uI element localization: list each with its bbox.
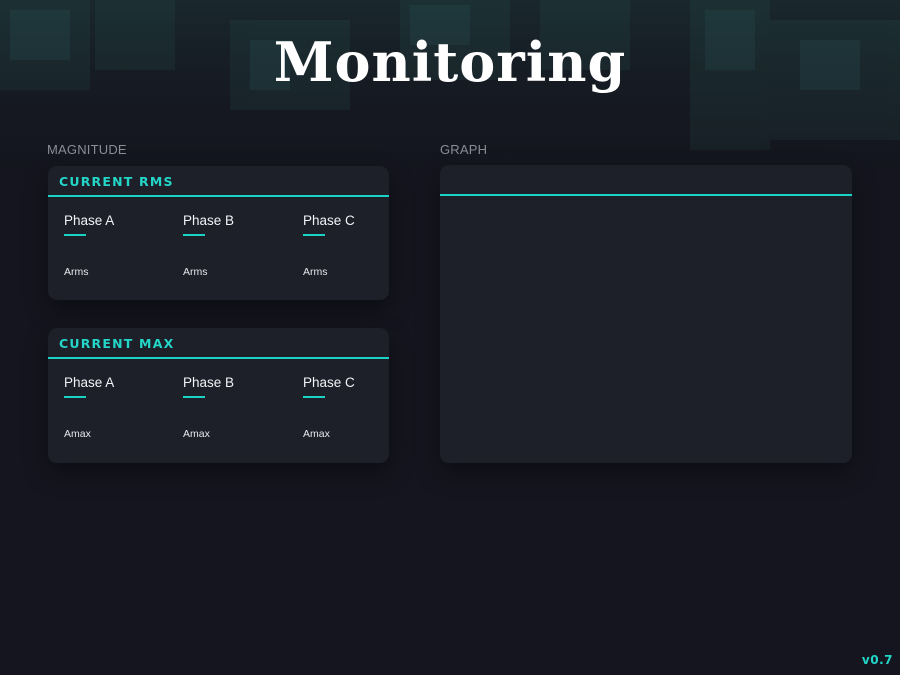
current-rms-title: CURRENT RMS	[48, 166, 389, 197]
graph-card-header	[440, 165, 852, 196]
phase-name: Phase B	[183, 213, 235, 228]
phase-unit: Amax	[183, 428, 210, 440]
rms-phase-a: Phase A Arms	[64, 213, 174, 278]
phase-value	[64, 234, 86, 236]
phase-value	[183, 396, 205, 398]
current-max-title: CURRENT MAX	[48, 328, 389, 359]
current-max-card: CURRENT MAX Phase A Amax Phase B Amax Ph…	[48, 328, 389, 463]
graph-plot-area	[440, 196, 852, 461]
current-rms-phases: Phase A Arms Phase B Arms Phase C Arms	[48, 197, 389, 297]
max-phase-c: Phase C Amax	[303, 375, 413, 440]
phase-unit: Amax	[303, 428, 330, 440]
phase-name: Phase C	[303, 213, 355, 228]
phase-name: Phase A	[64, 375, 115, 390]
version-label: v0.7	[861, 653, 893, 667]
current-max-phases: Phase A Amax Phase B Amax Phase C Amax	[48, 359, 389, 459]
phase-value	[303, 396, 325, 398]
phase-value	[64, 396, 86, 398]
page-title: Monitoring	[273, 30, 627, 94]
max-phase-b: Phase B Amax	[183, 375, 293, 440]
phase-name: Phase B	[183, 375, 235, 390]
current-rms-card: CURRENT RMS Phase A Arms Phase B Arms Ph…	[48, 166, 389, 300]
phase-value	[303, 234, 325, 236]
magnitude-section-label: MAGNITUDE	[47, 142, 127, 157]
graph-card	[440, 165, 852, 463]
phase-unit: Arms	[64, 266, 89, 278]
phase-unit: Arms	[183, 266, 208, 278]
graph-section-label: GRAPH	[440, 142, 488, 157]
phase-unit: Arms	[303, 266, 328, 278]
rms-phase-c: Phase C Arms	[303, 213, 413, 278]
phase-value	[183, 234, 205, 236]
max-phase-a: Phase A Amax	[64, 375, 174, 440]
phase-name: Phase C	[303, 375, 355, 390]
phase-unit: Amax	[64, 428, 91, 440]
rms-phase-b: Phase B Arms	[183, 213, 293, 278]
phase-name: Phase A	[64, 213, 115, 228]
monitoring-screen: Monitoring MAGNITUDE GRAPH CURRENT RMS P…	[0, 0, 900, 675]
